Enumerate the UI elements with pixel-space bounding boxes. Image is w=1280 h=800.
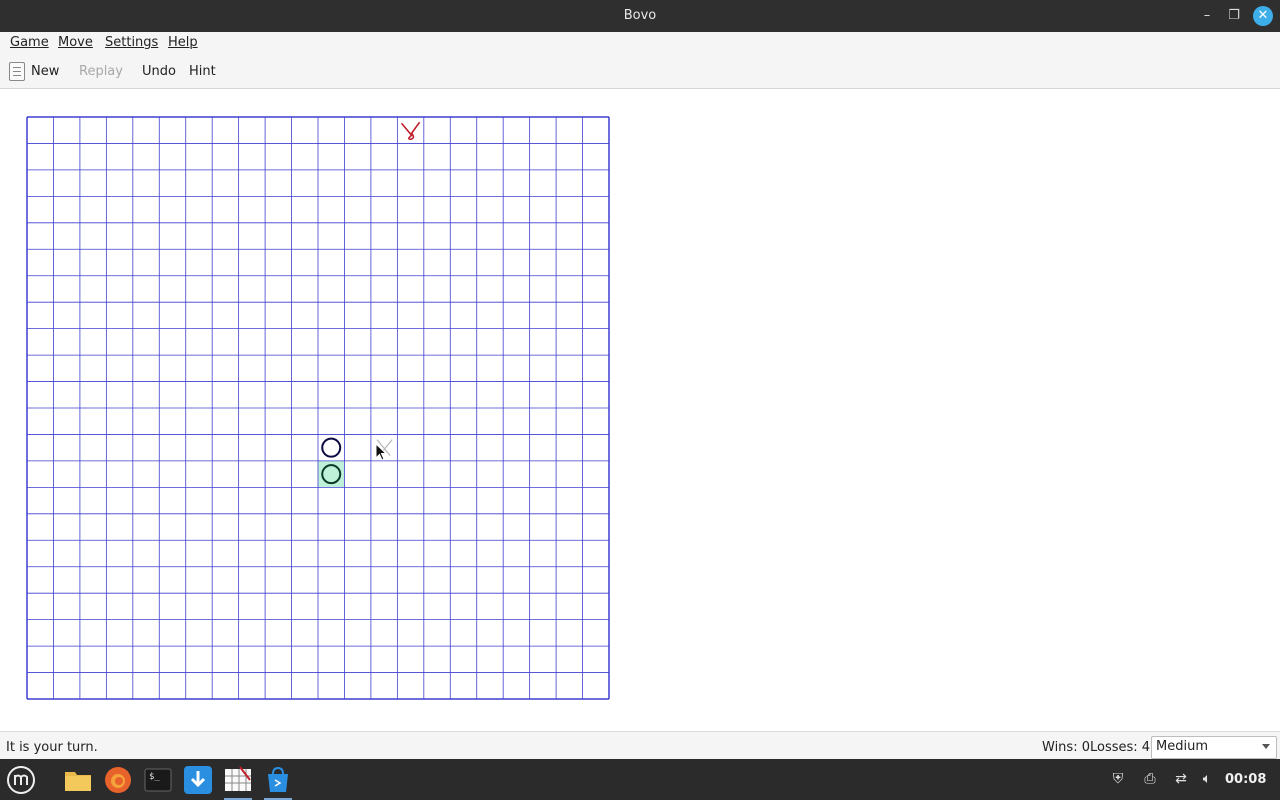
shield-icon[interactable]: ⛨: [1109, 770, 1127, 788]
menu-settings[interactable]: Settings: [105, 35, 158, 50]
status-bar: It is your turn. Wins: 0 Losses: 4 Mediu…: [0, 731, 1280, 760]
download-icon[interactable]: [182, 764, 214, 796]
game-board[interactable]: [26, 116, 610, 700]
piece-o: [321, 437, 342, 458]
new-game-icon[interactable]: [9, 62, 25, 81]
mouse-cursor-icon: [375, 443, 387, 461]
maximize-icon[interactable]: ❐: [1224, 6, 1244, 26]
clock: 00:08: [1225, 772, 1267, 787]
close-icon[interactable]: ✕: [1253, 6, 1273, 26]
minimize-icon[interactable]: –: [1197, 6, 1217, 26]
difficulty-select[interactable]: Medium: [1151, 736, 1277, 759]
losses-count: Losses: 4: [1090, 740, 1151, 755]
hint-button[interactable]: Hint: [189, 64, 216, 79]
start-menu-icon[interactable]: [5, 764, 37, 796]
firefox-icon[interactable]: [102, 764, 134, 796]
new-button[interactable]: New: [31, 64, 59, 79]
menu-move[interactable]: Move: [58, 35, 93, 50]
piece-x: [400, 121, 421, 141]
wins-count: Wins: 0: [1042, 740, 1090, 755]
printer-icon[interactable]: ⎙: [1141, 770, 1159, 788]
chevron-down-icon: [1262, 744, 1270, 749]
bovo-app-icon[interactable]: [222, 764, 254, 800]
folder-icon[interactable]: [62, 764, 94, 796]
replay-button[interactable]: Replay: [79, 64, 123, 79]
menu-game[interactable]: Game: [10, 35, 49, 50]
svg-text:$_: $_: [149, 772, 160, 782]
store-icon[interactable]: [262, 764, 294, 800]
volume-icon[interactable]: 🔈︎: [1198, 770, 1216, 788]
network-icon[interactable]: ⇄: [1172, 770, 1190, 788]
terminal-icon[interactable]: $_: [142, 764, 174, 796]
status-message: It is your turn.: [6, 740, 98, 755]
window-title: Bovo: [623, 8, 657, 23]
toolbar: New Replay Undo Hint: [0, 54, 1280, 89]
title-bar: Bovo – ❐ ✕: [0, 0, 1280, 32]
taskbar: $_ ⛨ ⎙ ⇄ 🔈︎ 00:08: [0, 759, 1280, 800]
difficulty-value: Medium: [1156, 739, 1208, 754]
menu-help[interactable]: Help: [168, 35, 198, 50]
undo-button[interactable]: Undo: [142, 64, 176, 79]
menu-bar: Game Move Settings Help: [0, 32, 1280, 54]
